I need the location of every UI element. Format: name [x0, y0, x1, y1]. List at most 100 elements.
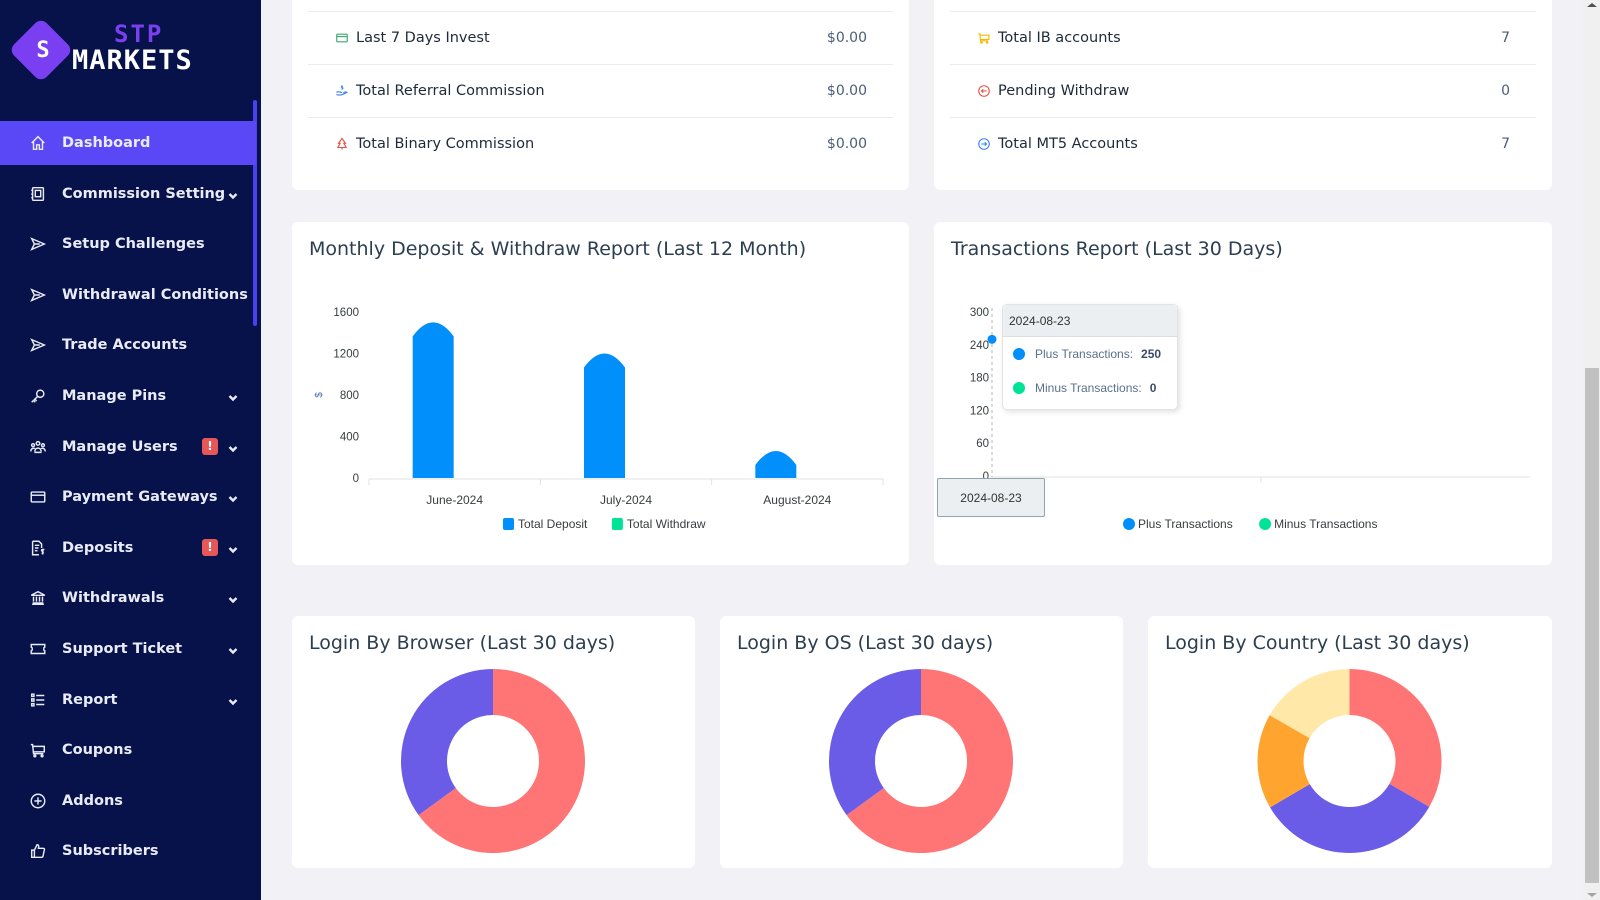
legend-marker: [1259, 518, 1272, 530]
logo-text-bottom: MARKETS: [72, 45, 193, 76]
logo-monogram: S: [36, 38, 50, 63]
login-country-donut: [1257, 669, 1442, 853]
chevron-down-icon[interactable]: [228, 695, 238, 705]
stat-row-total-referral-commission: Total Referral Commission $0.00: [308, 64, 893, 117]
donut-slice: [1270, 783, 1430, 853]
stats-card-left: Last 7 Days Invest $0.00 Total Referral Co…: [292, 0, 909, 190]
stat-row-pending-withdraw: Pending Withdraw 0: [950, 64, 1536, 117]
stat-row-total-mt5-accounts: Total MT5 Accounts 7: [950, 117, 1536, 170]
stat-value: $0.00: [826, 136, 867, 152]
sidebar-item-manage-users[interactable]: Manage Users!: [0, 425, 261, 469]
y-tick-label: 0: [353, 473, 359, 485]
bank-icon: [28, 588, 48, 608]
y-tick-label: 240: [970, 340, 989, 352]
y-tick-label: 1200: [333, 349, 359, 361]
sidebar-item-label: Commission Setting: [62, 185, 226, 202]
chevron-down-icon[interactable]: [228, 189, 238, 199]
tooltip-label: Minus Transactions:: [1035, 381, 1142, 395]
plus-circle-icon: [28, 791, 48, 811]
sidebar-item-report[interactable]: Report: [0, 678, 261, 722]
bar-total-deposit: [412, 322, 454, 478]
legend-marker: [503, 518, 514, 530]
stat-row-last-7-days-invest: Last 7 Days Invest $0.00: [308, 11, 893, 64]
sidebar-item-label: Addons: [62, 792, 123, 809]
sidebar-item-label: Withdrawals: [62, 590, 165, 607]
scrollbar-thumb[interactable]: [1585, 368, 1599, 883]
tooltip-row-plus: Plus Transactions: 250: [1003, 337, 1177, 371]
legend-label: Total Withdraw: [627, 517, 706, 531]
chevron-down-icon[interactable]: [228, 543, 238, 553]
login-browser-donut: [400, 669, 585, 853]
donut-slice: [1349, 669, 1442, 807]
arrow-left-circle-icon: [976, 83, 992, 99]
chevron-down-icon[interactable]: [228, 391, 238, 402]
sidebar-item-label: Setup Challenges: [62, 236, 205, 253]
users-icon: [28, 437, 48, 457]
brand-logo[interactable]: S STP MARKETS: [8, 17, 234, 83]
sidebar-item-payment-gateways[interactable]: Payment Gateways: [0, 475, 261, 519]
sidebar-nav: Dashboard Commission Setting Setup Challen…: [0, 121, 261, 880]
page-scrollbar[interactable]: [1583, 0, 1600, 900]
sidebar-item-deposits[interactable]: Deposits!: [0, 526, 261, 570]
list-icon: [28, 690, 48, 710]
sidebar-item-setup-challenges[interactable]: Setup Challenges: [0, 222, 261, 266]
stat-label: Last 7 Days Invest: [356, 30, 490, 46]
chevron-down-icon[interactable]: [228, 593, 238, 604]
monthly-report-card: Monthly Deposit & Withdraw Report (Last …: [292, 222, 909, 565]
y-tick-label: 300: [970, 307, 989, 319]
scroll-down-icon[interactable]: [1587, 893, 1597, 897]
chevron-down-icon[interactable]: [228, 442, 238, 452]
contact-card-icon: [28, 184, 48, 204]
sidebar-item-label: Manage Pins: [62, 387, 167, 404]
sidebar-item-support-ticket[interactable]: Support Ticket: [0, 627, 261, 671]
sidebar-item-label: Payment Gateways: [62, 489, 218, 506]
hand-dollar-icon: [334, 83, 350, 99]
tree-icon: [334, 136, 350, 152]
sidebar-item-trade-accounts[interactable]: Trade Accounts: [0, 323, 261, 367]
sidebar-item-withdrawal-conditions[interactable]: Withdrawal Conditions: [0, 273, 261, 317]
invoice-dollar-icon: [28, 538, 48, 558]
y-tick-label: 1600: [333, 307, 359, 319]
ticket-icon: [28, 639, 48, 659]
sidebar-item-label: Trade Accounts: [62, 337, 188, 354]
stat-value: 7: [1501, 30, 1510, 46]
sidebar-item-label: Dashboard: [62, 135, 151, 151]
cart-icon: [28, 740, 48, 760]
chevron-down-icon[interactable]: [228, 644, 238, 655]
sidebar-item-label: Subscribers: [62, 843, 159, 860]
x-tick-label: June-2024: [426, 493, 483, 507]
donut-slice: [828, 669, 921, 816]
donut-slice: [400, 669, 493, 816]
send-icon: [28, 234, 48, 254]
sidebar-item-manage-pins[interactable]: Manage Pins: [0, 374, 261, 418]
sidebar-item-label: Manage Users: [62, 438, 178, 455]
chevron-down-icon[interactable]: [228, 492, 238, 503]
x-tick-label: August-2024: [763, 493, 831, 507]
stat-value: 0: [1501, 83, 1510, 99]
sidebar-item-dashboard[interactable]: Dashboard: [0, 121, 256, 165]
sidebar-item-commission-setting[interactable]: Commission Setting: [0, 172, 261, 216]
credit-card-icon: [28, 487, 48, 507]
tooltip-label: Plus Transactions:: [1035, 347, 1134, 361]
sidebar-item-addons[interactable]: Addons: [0, 779, 261, 823]
thumbs-up-icon: [28, 841, 48, 861]
legend-marker: [1123, 518, 1135, 530]
cart-icon: [976, 30, 992, 46]
transactions-report-card: Transactions Report (Last 30 Days) 0 60 12…: [934, 222, 1552, 565]
tooltip-date: 2024-08-23: [1003, 305, 1177, 337]
alert-badge-icon: !: [202, 437, 218, 455]
y-axis-label: $: [314, 392, 325, 398]
sidebar-item-subscribers[interactable]: Subscribers: [0, 829, 261, 873]
sidebar-item-coupons[interactable]: Coupons: [0, 728, 261, 772]
scroll-up-icon[interactable]: [1587, 3, 1597, 7]
monthly-bar-chart: 0 400 800 1200 1600 $ June-2024 July-2024 August…: [314, 307, 884, 531]
stat-row-total-ib-accounts: Total IB accounts 7: [950, 11, 1536, 64]
sidebar-item-withdrawals[interactable]: Withdrawals: [0, 576, 261, 620]
logo-text-top: STP: [114, 20, 164, 48]
stat-value: 7: [1501, 136, 1510, 152]
data-point-plus-transactions: [987, 334, 997, 344]
tooltip-row-minus: Minus Transactions: 0: [1003, 371, 1177, 405]
y-tick-label: 400: [340, 432, 359, 444]
bar-total-deposit: [755, 451, 797, 478]
sidebar-item-label: Support Ticket: [62, 640, 183, 657]
